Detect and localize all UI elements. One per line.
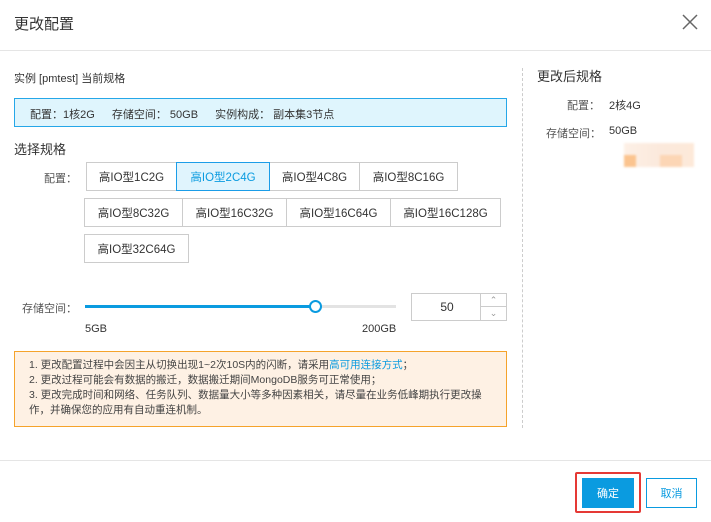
dialog-title: 更改配置 (14, 16, 75, 33)
cancel-button[interactable]: 取消 (646, 478, 697, 508)
config-label: 配置： (44, 173, 77, 185)
storage-stepper[interactable]: 50 ⌃ ⌄ (411, 293, 507, 321)
storage-label: 存储空间： (22, 303, 77, 315)
spec-option-16c64g[interactable]: 高IO型16C64G (286, 198, 391, 227)
after-storage-value: 50GB (609, 125, 638, 137)
chevron-down-icon[interactable]: ⌄ (480, 307, 506, 320)
after-spec-heading: 更改后规格 (537, 69, 603, 84)
notice-line-3: 3. 更改完成时间和网络、任务队列、数据量大小等多种因素相关，请尽量在业务低峰期… (29, 389, 482, 416)
footer-divider (0, 460, 711, 461)
spec-option-1c2g[interactable]: 高IO型1C2G (86, 162, 177, 191)
notice-box: 1. 更改配置过程中会因主从切换出现1~2次10S内的闪断，请采用高可用连接方式… (14, 351, 507, 427)
spec-option-32c64g[interactable]: 高IO型32C64G (84, 234, 189, 263)
spec-option-8c16g[interactable]: 高IO型8C16G (359, 162, 458, 191)
ha-connection-link[interactable]: 高可用连接方式 (329, 359, 403, 371)
notice-line-2: 2. 更改过程可能会有数据的搬迁，数据搬迁期间MongoDB服务可正常使用； (29, 374, 382, 386)
redacted-price (624, 143, 694, 167)
after-storage-label: 存储空间： (546, 128, 601, 140)
confirm-button[interactable]: 确定 (582, 478, 634, 508)
close-icon[interactable] (680, 12, 700, 32)
select-spec-heading: 选择规格 (14, 142, 67, 157)
header-divider (0, 50, 711, 51)
column-divider (522, 68, 523, 428)
current-spec-heading: 实例 [pmtest] 当前规格 (14, 73, 126, 85)
spec-option-16c32g[interactable]: 高IO型16C32G (182, 198, 287, 227)
after-config-value: 2核4G (609, 100, 641, 112)
current-composition: 实例构成： 副本集3节点 (215, 109, 335, 121)
current-spec-box: 配置：1核2G 存储空间： 50GB 实例构成： 副本集3节点 (14, 98, 507, 127)
storage-max-label: 200GB (362, 323, 397, 335)
spec-option-2c4g[interactable]: 高IO型2C4G (176, 162, 270, 191)
chevron-up-icon[interactable]: ⌃ (480, 294, 506, 307)
storage-slider-handle[interactable] (309, 300, 322, 313)
storage-slider-fill (85, 305, 315, 308)
spec-option-8c32g[interactable]: 高IO型8C32G (84, 198, 183, 227)
notice-line-1-suffix: ； (402, 359, 414, 371)
current-storage: 存储空间： 50GB (111, 109, 199, 121)
storage-min-label: 5GB (85, 323, 108, 335)
spec-option-4c8g[interactable]: 高IO型4C8G (269, 162, 360, 191)
spec-option-16c128g[interactable]: 高IO型16C128G (390, 198, 501, 227)
storage-input[interactable]: 50 (412, 294, 482, 320)
after-config-label: 配置： (567, 100, 600, 112)
current-config: 配置：1核2G (30, 109, 95, 121)
notice-line-1: 1. 更改配置过程中会因主从切换出现1~2次10S内的闪断，请采用 (29, 359, 330, 371)
